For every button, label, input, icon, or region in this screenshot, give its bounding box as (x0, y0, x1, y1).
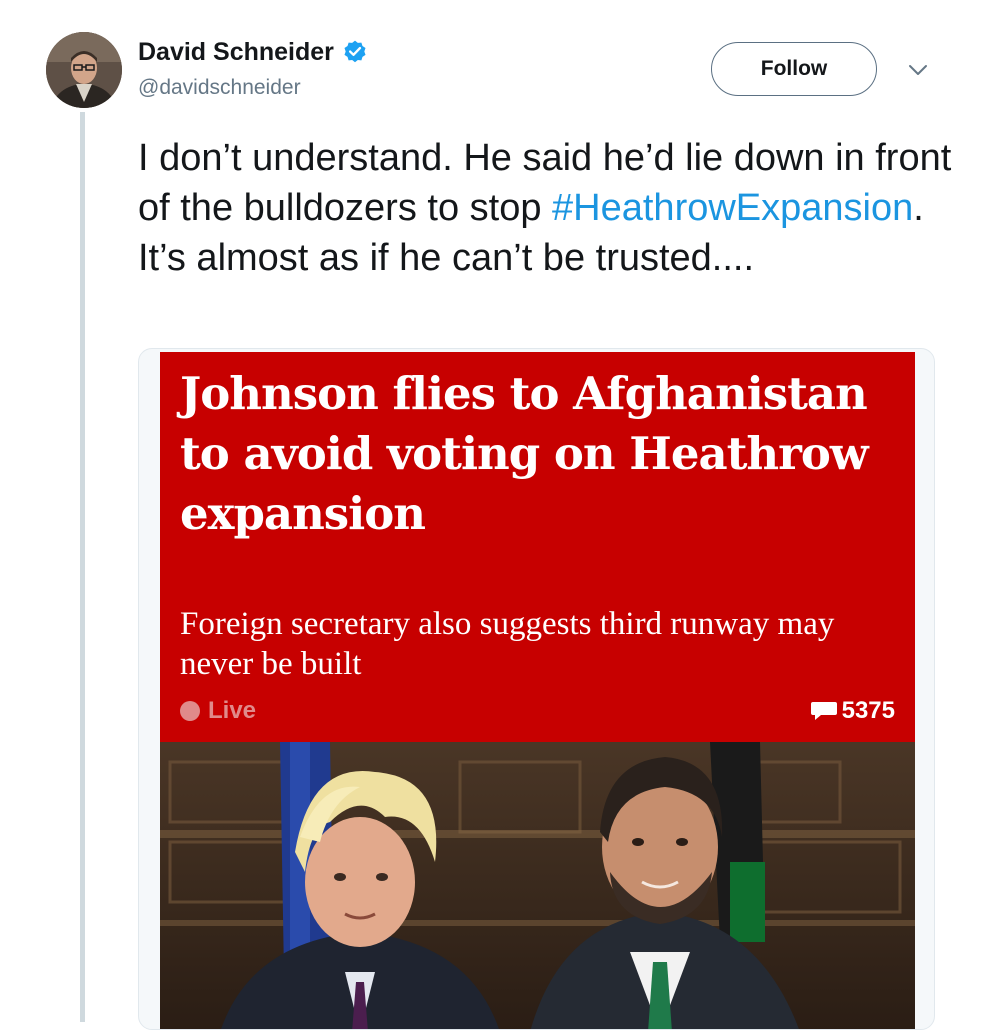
news-photo (160, 742, 915, 1029)
hashtag-link[interactable]: #HeathrowExpansion (552, 187, 913, 229)
live-dot-icon (180, 701, 200, 721)
tweet: David Schneider @davidschneider Follow I… (0, 0, 990, 1030)
handle[interactable]: @davidschneider (138, 76, 368, 100)
live-label: Live (208, 697, 257, 724)
media-card[interactable]: Johnson flies to Afghanistan to avoid vo… (138, 348, 935, 1030)
live-indicator: Live (180, 697, 256, 725)
news-screenshot: Johnson flies to Afghanistan to avoid vo… (160, 352, 915, 1029)
verified-badge-icon (342, 39, 368, 65)
chevron-down-icon[interactable] (906, 60, 930, 80)
author-name-row: David Schneider (138, 34, 368, 70)
comment-count: 5375 (810, 697, 895, 725)
avatar[interactable] (46, 32, 122, 108)
news-headline: Johnson flies to Afghanistan to avoid vo… (180, 367, 869, 540)
follow-button[interactable]: Follow (711, 42, 877, 96)
display-name[interactable]: David Schneider (138, 38, 334, 67)
comment-bubble-icon (810, 700, 838, 722)
thread-line (80, 112, 85, 1022)
avatar-photo (46, 32, 122, 108)
comment-count-value: 5375 (841, 697, 895, 724)
author-info: David Schneider @davidschneider (138, 34, 368, 100)
news-standfirst: Foreign secretary also suggests third ru… (180, 606, 835, 682)
tweet-text: I don’t understand. He said he’d lie dow… (138, 133, 958, 283)
